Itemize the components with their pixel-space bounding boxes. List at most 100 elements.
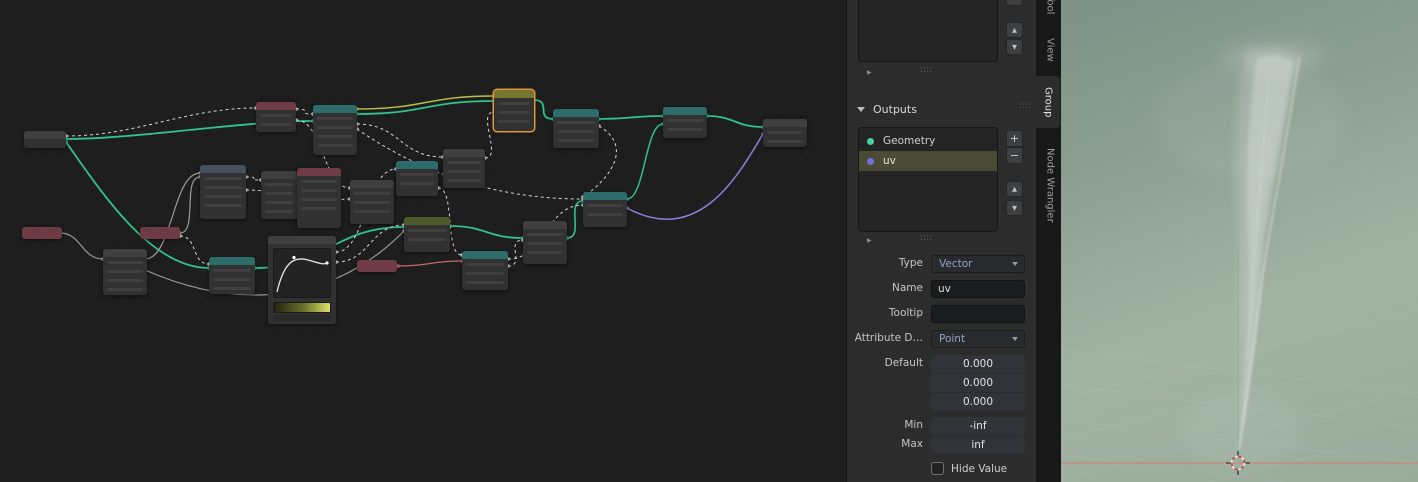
node[interactable] <box>297 168 341 228</box>
node-row <box>204 204 242 207</box>
tooltip-input[interactable] <box>931 305 1025 323</box>
node-row <box>557 121 595 124</box>
tab-view[interactable]: View <box>1039 30 1061 70</box>
node-wire <box>627 134 763 219</box>
outputs-move-up-button[interactable]: ▲ <box>1006 181 1023 197</box>
node[interactable] <box>396 161 438 196</box>
panel-drag-grip-icon[interactable]: :::: <box>1019 101 1031 111</box>
node-header[interactable] <box>763 119 807 127</box>
node-header[interactable] <box>443 149 485 157</box>
node-header[interactable] <box>103 249 147 257</box>
hide-value-row: Hide Value <box>847 461 1037 479</box>
curve-node[interactable] <box>268 236 336 324</box>
node-row <box>301 189 337 192</box>
filter-expand-icon[interactable]: ▶ <box>867 237 872 244</box>
default-x-field[interactable]: 0.000 <box>931 355 1025 373</box>
node-header[interactable] <box>583 192 627 200</box>
node[interactable] <box>462 251 508 290</box>
inputs-move-up-button[interactable]: ▲ <box>1006 22 1023 38</box>
node-row <box>265 201 293 204</box>
attribute-domain-dropdown[interactable]: Point <box>931 330 1025 348</box>
node-row <box>213 278 251 281</box>
sidebar-tabs: Tool View Group Node Wrangler <box>1036 0 1061 482</box>
viewport-3d[interactable] <box>1061 0 1418 482</box>
ramp-slider[interactable] <box>273 315 331 321</box>
hide-value-checkbox[interactable] <box>931 462 944 475</box>
node-header[interactable] <box>261 171 297 179</box>
tab-group[interactable]: Group <box>1036 76 1060 128</box>
node[interactable] <box>200 165 246 219</box>
node-wire <box>296 109 313 114</box>
node[interactable] <box>553 109 599 148</box>
node-wire <box>508 240 523 266</box>
node-row <box>204 195 242 198</box>
node[interactable] <box>443 149 485 188</box>
add-output-button[interactable]: + <box>1006 130 1023 147</box>
tab-node-wrangler[interactable]: Node Wrangler <box>1039 136 1061 234</box>
node-wire <box>398 261 462 266</box>
node-editor[interactable] <box>0 0 846 482</box>
inputs-move-down-button[interactable]: ▼ <box>1006 39 1023 55</box>
outputs-move-down-button[interactable]: ▼ <box>1006 200 1023 216</box>
node[interactable] <box>583 192 627 227</box>
node-header[interactable] <box>200 165 246 173</box>
node[interactable] <box>404 217 450 252</box>
node-header[interactable] <box>297 168 341 176</box>
default-label: Default <box>885 357 923 369</box>
node[interactable] <box>22 227 62 239</box>
node-row <box>466 281 504 284</box>
node[interactable] <box>256 102 296 132</box>
node-header[interactable] <box>462 251 508 259</box>
node[interactable] <box>140 227 180 239</box>
node-row <box>527 233 563 236</box>
node[interactable] <box>494 90 534 131</box>
node[interactable] <box>103 249 147 295</box>
node-header[interactable] <box>523 221 567 229</box>
curve-widget[interactable] <box>273 248 331 298</box>
output-list-item-uv[interactable]: uv <box>859 151 997 171</box>
scroll-button-partial[interactable] <box>1006 0 1023 6</box>
max-field[interactable]: inf <box>931 436 1025 454</box>
outputs-panel-header[interactable]: Outputs :::: <box>847 100 1037 118</box>
node-header[interactable] <box>24 131 66 139</box>
default-y-field[interactable]: 0.000 <box>931 374 1025 392</box>
output-name: uv <box>883 155 896 167</box>
node[interactable] <box>209 257 255 294</box>
node[interactable] <box>261 171 297 219</box>
node-row <box>265 192 293 195</box>
inputs-list[interactable] <box>858 0 998 62</box>
tab-tool[interactable]: Tool <box>1039 0 1061 28</box>
node[interactable] <box>357 260 397 272</box>
outputs-list-footer: ▶ :::: <box>858 236 998 248</box>
type-dropdown[interactable]: Vector <box>931 255 1025 273</box>
node-header[interactable] <box>494 90 534 98</box>
node[interactable] <box>24 131 66 148</box>
node-header[interactable] <box>553 109 599 117</box>
node[interactable] <box>763 119 807 147</box>
node[interactable] <box>313 105 357 155</box>
node-header[interactable] <box>209 257 255 265</box>
filter-expand-icon[interactable]: ▶ <box>867 69 872 76</box>
list-resize-grip-icon[interactable]: :::: <box>920 65 932 75</box>
name-input[interactable] <box>931 280 1025 298</box>
list-resize-grip-icon[interactable]: :::: <box>920 233 932 243</box>
min-field[interactable]: -inf <box>931 417 1025 435</box>
node[interactable] <box>523 221 567 264</box>
node-header[interactable] <box>268 236 336 244</box>
output-list-item-geometry[interactable]: Geometry <box>859 131 997 151</box>
node-header[interactable] <box>313 105 357 113</box>
node-header[interactable] <box>404 217 450 225</box>
node-wire <box>707 116 763 127</box>
tab-label: View <box>1045 38 1056 62</box>
default-z-field[interactable]: 0.000 <box>931 393 1025 411</box>
outputs-list[interactable]: Geometry uv <box>858 127 998 232</box>
node[interactable] <box>350 180 394 224</box>
node-row <box>667 119 703 122</box>
remove-output-button[interactable]: − <box>1006 147 1023 164</box>
color-ramp[interactable] <box>273 302 331 313</box>
node-header[interactable] <box>663 107 707 115</box>
node-header[interactable] <box>256 102 296 110</box>
node-header[interactable] <box>396 161 438 169</box>
node-header[interactable] <box>350 180 394 188</box>
node[interactable] <box>663 107 707 138</box>
